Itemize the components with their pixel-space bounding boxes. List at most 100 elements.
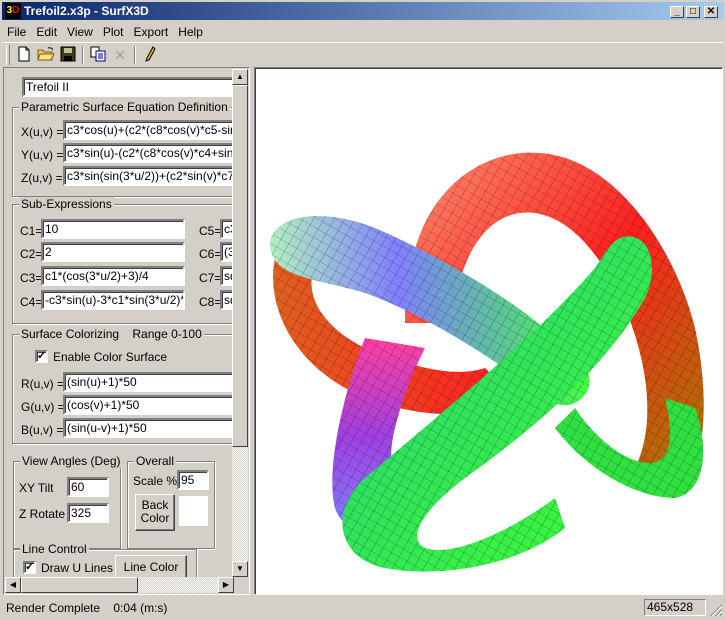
open-file-button[interactable] [36,46,56,64]
scale-label: Scale % [133,474,178,488]
z-equation-input[interactable]: c3*sin(sin(3*u/2))+(c2*sin(v)*c7/c8) [63,166,234,186]
menu-edit[interactable]: Edit [31,22,62,40]
c1-label: C1= [20,224,43,238]
z-rotate-input[interactable]: 325 [67,503,109,523]
g-equation-input[interactable]: (cos(v)+1)*50 [63,395,234,415]
menu-view[interactable]: View [62,22,98,40]
copy-button[interactable] [88,46,108,64]
settings-form: Trefoil II Parametric Surface Equation D… [5,69,234,579]
pencil-edit-icon [145,46,156,62]
overall-group-label: Overall [134,454,177,468]
maximize-button[interactable]: □ [686,6,700,18]
menu-help[interactable]: Help [173,22,208,40]
back-color-button[interactable]: Back Color [135,494,175,531]
window-title: Trefoil2.x3p - SurfX3D [24,4,149,18]
xy-tilt-input[interactable]: 60 [67,477,109,497]
c2-label: C2= [20,247,43,261]
y-equation-input[interactable]: c3*sin(u)-(c2*(c8*cos(v)*c4+sin(v)*c [63,143,234,163]
maximize-icon: □ [689,6,697,17]
new-file-button[interactable] [14,46,34,64]
status-text: Render Complete 0:04 (m:s) [6,601,168,615]
toolbar-separator [134,46,136,64]
y-equation-label: Y(u,v) = [21,148,64,162]
draw-u-lines-checkbox[interactable]: ✓ [23,561,36,574]
menu-bar: File Edit View Plot Export Help [2,22,724,41]
checkmark-icon: ✓ [25,561,35,573]
horizontal-scrollbar[interactable]: ◀ ▶ [5,577,234,593]
b-equation-input[interactable]: (sin(u-v)+1)*50 [63,418,234,438]
c4-label: C4= [20,295,43,309]
open-folder-icon [37,47,55,61]
c8-label: C8= [199,295,222,309]
subexpressions-group-label: Sub-Expressions [19,197,114,211]
close-button[interactable]: ✕ [704,6,718,18]
back-color-swatch [179,496,208,526]
vertical-scrollbar[interactable]: ▲ ▼ [232,69,248,577]
delete-x-icon: ✕ [114,47,126,63]
surface-name-input[interactable]: Trefoil II [22,77,234,97]
equations-group-label: Parametric Surface Equation Definition [19,100,230,114]
scale-input[interactable]: 95 [177,470,209,490]
arrow-right-icon: ▶ [222,580,230,589]
knot-lower-right-lobe [555,398,704,498]
arrow-down-icon: ▼ [236,564,244,573]
scroll-down-button[interactable]: ▼ [232,561,248,577]
save-button[interactable] [58,46,78,64]
title-bar[interactable]: 3D Trefoil2.x3p - SurfX3D _ □ ✕ [2,2,724,20]
new-file-icon [18,46,30,62]
resize-grip-icon[interactable] [710,604,722,616]
render-size-readout: 465x528 [644,599,706,616]
enable-color-checkbox[interactable]: ✓ [35,350,48,363]
toolbar: ✕ [2,42,724,66]
delete-button[interactable]: ✕ [110,46,130,64]
arrow-up-icon: ▲ [236,72,244,81]
status-bar: Render Complete 0:04 (m:s) 465x528 [2,598,724,618]
c4-input[interactable]: -c3*sin(u)-3*c1*sin(3*u/2)*co [41,290,185,310]
draw-u-lines-label: Draw U Lines [41,561,114,575]
trefoil-knot-render [270,152,704,572]
line-color-button[interactable]: Line Color [115,555,187,579]
g-equation-label: G(u,v) = [21,400,65,414]
vertical-scroll-thumb[interactable] [232,85,248,447]
r-equation-input[interactable]: (sin(u)+1)*50 [63,372,234,392]
x-equation-label: X(u,v) = [21,125,64,139]
xy-tilt-label: XY Tilt [19,481,54,495]
scroll-left-button[interactable]: ◀ [5,577,21,593]
left-panel: Trefoil II Parametric Surface Equation D… [3,67,250,595]
colorizing-group-label: Surface Colorizing Range 0-100 [19,327,204,341]
toolbar-separator [82,46,84,64]
arrow-left-icon: ◀ [9,580,17,589]
c3-input[interactable]: c1*(cos(3*u/2)+3)/4 [41,266,185,286]
horizontal-scroll-thumb[interactable] [21,577,138,593]
close-icon: ✕ [706,6,716,17]
r-equation-label: R(u,v) = [21,377,65,391]
c5-label: C5= [199,224,222,238]
save-disk-icon [60,46,76,62]
scroll-right-button[interactable]: ▶ [218,577,234,593]
menu-export[interactable]: Export [129,22,174,40]
enable-color-label: Enable Color Surface [53,350,168,364]
app-icon: 3D [5,3,21,19]
menu-file[interactable]: File [2,22,31,40]
x-equation-input[interactable]: c3*cos(u)+(c2*(c8*cos(v)*c5-sin(v)* [63,120,234,140]
copy-icon [90,46,106,62]
c1-input[interactable]: 10 [41,219,185,239]
view-angles-group-label: View Angles (Deg) [20,454,123,468]
z-equation-label: Z(u,v) = [21,171,63,185]
scroll-up-button[interactable]: ▲ [232,69,248,85]
app-window: 3D Trefoil2.x3p - SurfX3D _ □ ✕ File Edit… [0,0,726,620]
checkmark-icon: ✓ [37,350,47,362]
minimize-icon: _ [674,6,680,17]
edit-button[interactable] [140,46,160,64]
c2-input[interactable]: 2 [41,242,185,262]
z-rotate-label: Z Rotate [19,507,66,521]
c3-label: C3= [20,271,43,285]
c7-label: C7= [199,271,222,285]
b-equation-label: B(u,v) = [21,423,64,437]
line-control-group-label: Line Control [20,542,89,556]
c6-label: C6= [199,247,222,261]
minimize-button[interactable]: _ [670,6,684,18]
menu-plot[interactable]: Plot [98,22,129,40]
back-color-label-line2: Color [140,511,170,525]
render-viewport[interactable] [254,67,723,595]
